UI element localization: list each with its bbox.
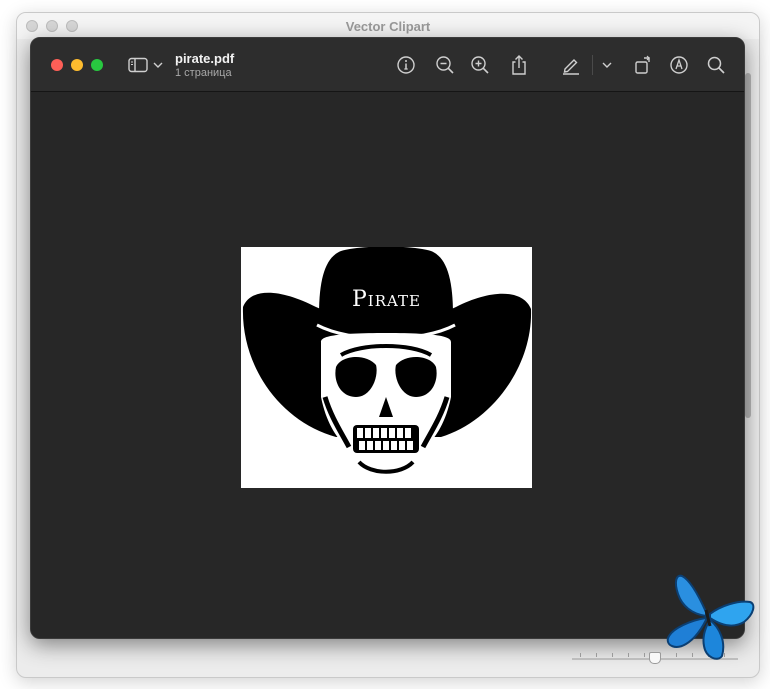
- outer-window-title: Vector Clipart: [345, 19, 431, 34]
- share-icon[interactable]: [506, 52, 532, 78]
- outer-scrollbar-thumb[interactable]: [745, 73, 751, 418]
- pdf-page[interactable]: Pirate: [241, 246, 532, 488]
- hat-text: Pirate: [352, 287, 421, 312]
- page-count: 1 страница: [175, 67, 232, 79]
- outer-scrollbar[interactable]: [745, 73, 753, 453]
- butterfly-icon: [666, 574, 755, 660]
- document-canvas[interactable]: Pirate: [31, 92, 744, 638]
- highlight-options-chevron-icon[interactable]: [597, 52, 617, 78]
- info-icon[interactable]: [393, 52, 419, 78]
- outer-titlebar[interactable]: Vector Clipart: [17, 13, 759, 39]
- preview-toolbar: pirate.pdf 1 страница: [31, 38, 744, 92]
- zoom-tick: [612, 653, 613, 657]
- minimize-button[interactable]: [71, 59, 83, 71]
- close-button[interactable]: [51, 59, 63, 71]
- zoom-tick: [580, 653, 581, 657]
- zoom-in-icon[interactable]: [467, 52, 493, 78]
- rotate-icon[interactable]: [630, 52, 656, 78]
- highlighter-icon[interactable]: [558, 52, 584, 78]
- toolbar-divider: [592, 55, 593, 75]
- zoom-button[interactable]: [91, 59, 103, 71]
- zoom-tick: [596, 653, 597, 657]
- sidebar-icon[interactable]: [126, 52, 150, 78]
- zoom-slider-knob[interactable]: [649, 652, 661, 664]
- zoom-tick: [628, 653, 629, 657]
- zoom-out-icon[interactable]: [432, 52, 458, 78]
- pirate-skull-image: [242, 246, 532, 485]
- chevron-down-icon[interactable]: [149, 52, 167, 78]
- markup-icon[interactable]: [666, 52, 692, 78]
- zoom-tick: [644, 653, 645, 657]
- preview-window: pirate.pdf 1 страница Pirate: [30, 37, 745, 639]
- file-title: pirate.pdf: [175, 51, 235, 66]
- search-icon[interactable]: [703, 52, 729, 78]
